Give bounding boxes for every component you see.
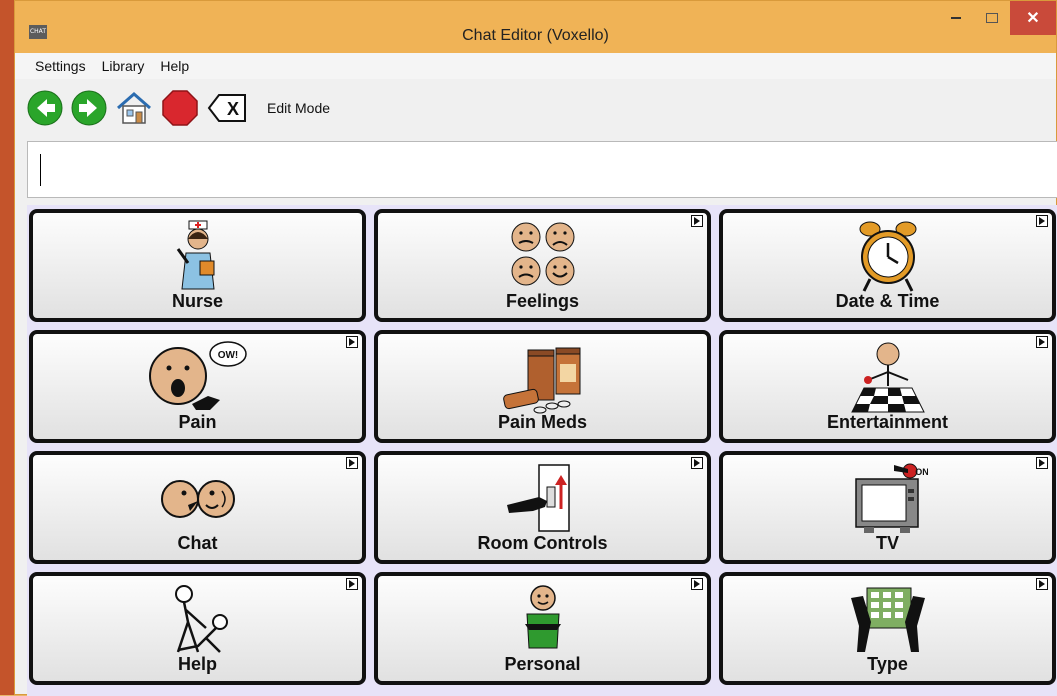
submenu-arrow-icon [1036,578,1048,590]
tile-type[interactable]: Type [719,572,1056,685]
tile-label: Nurse [171,291,224,311]
menu-help[interactable]: Help [152,53,197,79]
window-title: Chat Editor (Voxello) [462,27,609,44]
minimize-icon [951,17,961,19]
window-controls: ✕ [938,1,1056,41]
app-window: CHAT Chat Editor (Voxello) ✕ Settings Li… [14,0,1057,696]
pain-bubble-text: OW! [217,350,238,361]
submenu-arrow-icon [691,578,703,590]
tile-label: Room Controls [477,533,608,553]
forward-arrow-icon [71,90,107,126]
tile-label: Pain Meds [497,412,588,432]
tile-label: Date & Time [835,291,940,311]
television-icon: ON [854,463,928,533]
title-bar[interactable]: CHAT Chat Editor (Voxello) ✕ [15,1,1056,53]
maximize-icon [986,13,998,23]
tile-date-time[interactable]: Date & Time [719,209,1056,322]
submenu-arrow-icon [1036,215,1048,227]
back-button[interactable] [27,90,63,126]
text-caret [40,154,41,186]
submenu-arrow-icon [346,578,358,590]
message-input[interactable] [27,141,1057,198]
tile-pain-meds[interactable]: Pain Meds [374,330,711,443]
edit-mode-label[interactable]: Edit Mode [267,100,330,116]
tile-help[interactable]: Help [29,572,366,685]
tile-personal[interactable]: Personal [374,572,711,685]
tile-nurse[interactable]: Nurse [29,209,366,322]
home-button[interactable] [115,90,153,126]
nurse-icon [176,220,215,290]
close-icon: ✕ [1026,10,1040,27]
two-faces-chat-icon [160,480,235,518]
tile-label: TV [875,533,899,553]
desktop-background [0,0,14,695]
phrase-grid: Nurse Feelings Date & Time OW! Pain Pain… [27,205,1057,696]
forward-button[interactable] [71,90,107,126]
tile-label: Type [867,654,908,674]
menu-settings[interactable]: Settings [15,53,94,79]
stop-icon [162,90,198,126]
menu-library[interactable]: Library [94,53,153,79]
tile-chat[interactable]: Chat [29,451,366,564]
tile-label: Feelings [505,291,580,311]
menu-bar: Settings Library Help [15,53,1056,79]
clear-icon: X [207,94,246,122]
tile-entertainment[interactable]: Entertainment [719,330,1056,443]
helping-person-icon [174,585,228,653]
tile-label: Pain [178,412,217,432]
home-icon [117,92,151,124]
pain-face-icon: OW! [148,341,247,410]
tile-tv[interactable]: ON TV [719,451,1056,564]
clear-button[interactable]: X [207,91,247,125]
submenu-arrow-icon [1036,336,1048,348]
alarm-clock-icon [859,221,916,292]
close-button[interactable]: ✕ [1010,1,1056,35]
tile-label: Help [177,654,217,674]
submenu-arrow-icon [346,336,358,348]
toolbar: X Edit Mode [15,81,1056,135]
tile-room-controls[interactable]: Room Controls [374,451,711,564]
tile-label: Entertainment [826,412,949,432]
pill-bottles-icon [502,347,580,414]
checkers-player-icon [850,342,925,413]
submenu-arrow-icon [346,457,358,469]
keyboard-hands-icon [850,587,925,652]
clear-glyph: X [227,99,239,119]
tile-pain[interactable]: OW! Pain [29,330,366,443]
tv-on-badge: ON [915,467,928,477]
submenu-arrow-icon [691,215,703,227]
feelings-faces-icon [511,222,574,286]
light-switch-icon [506,464,570,532]
tile-label: Personal [504,654,581,674]
person-hug-icon [524,585,561,649]
submenu-arrow-icon [1036,457,1048,469]
submenu-arrow-icon [691,457,703,469]
stop-button[interactable] [161,89,199,127]
tile-label: Chat [177,533,218,553]
back-arrow-icon [27,90,63,126]
minimize-button[interactable] [938,1,974,35]
maximize-button[interactable] [974,1,1010,35]
tile-feelings[interactable]: Feelings [374,209,711,322]
